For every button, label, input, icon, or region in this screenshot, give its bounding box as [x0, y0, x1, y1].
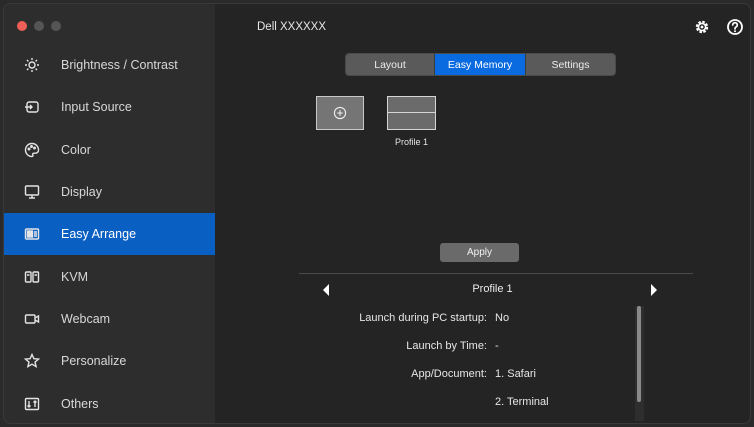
app-title: Dell XXXXXX: [257, 21, 327, 33]
apply-button[interactable]: Apply: [440, 243, 519, 262]
next-profile-arrow-icon[interactable]: [649, 283, 659, 297]
sidebar-item-label: Webcam: [61, 311, 111, 326]
detail-scrollbar-thumb[interactable]: [637, 306, 641, 402]
star-icon: [24, 353, 40, 369]
sidebar-item-color[interactable]: Color: [4, 129, 215, 171]
profile-thumbnail[interactable]: [387, 96, 436, 130]
sidebar-item-input-source[interactable]: Input Source: [4, 86, 215, 128]
plus-circle-icon: [333, 106, 347, 120]
sidebar-item-label: Input Source: [61, 100, 132, 115]
divider: [299, 273, 693, 274]
sidebar-item-label: KVM: [61, 269, 89, 284]
others-icon: [24, 396, 40, 412]
sidebar-item-brightness-contrast[interactable]: Brightness / Contrast: [4, 44, 215, 86]
sidebar-item-display[interactable]: Display: [4, 171, 215, 213]
sidebar-item-easy-arrange[interactable]: Easy Arrange: [4, 213, 215, 256]
tab-easy-memory[interactable]: Easy Memory: [434, 54, 525, 75]
launch-time-value: -: [495, 340, 499, 352]
launch-startup-value: No: [495, 312, 510, 324]
kvm-icon: [24, 269, 40, 285]
color-palette-icon: [24, 142, 40, 158]
display-icon: [24, 184, 40, 200]
close-window-button[interactable]: [17, 21, 27, 31]
app-document-item: 2. Terminal: [495, 396, 549, 408]
sidebar-item-webcam[interactable]: Webcam: [4, 298, 215, 340]
sidebar-item-kvm[interactable]: KVM: [4, 255, 215, 297]
easy-arrange-icon: [24, 226, 40, 242]
main-panel: Dell XXXXXX Layout Easy Memory Settings …: [215, 4, 750, 423]
profile-thumbnail-pane: [388, 113, 435, 129]
zoom-window-button[interactable]: [51, 21, 61, 31]
app-document-item: 1. Safari: [495, 368, 536, 380]
tab-settings[interactable]: Settings: [525, 54, 615, 75]
sidebar-item-others[interactable]: Others: [4, 382, 215, 423]
sidebar-item-label: Brightness / Contrast: [61, 58, 178, 73]
selected-profile-name: Profile 1: [472, 283, 513, 295]
sidebar-item-label: Personalize: [61, 354, 127, 369]
sidebar-nav: Brightness / Contrast Input Source Color…: [4, 44, 215, 423]
sidebar-item-personalize[interactable]: Personalize: [4, 340, 215, 382]
sidebar-item-label: Easy Arrange: [61, 227, 137, 242]
window-controls: [17, 21, 61, 31]
profile-thumbnail-pane: [388, 97, 435, 113]
app-document-label: App/Document:: [411, 368, 487, 380]
tab-layout[interactable]: Layout: [346, 54, 434, 75]
sidebar-item-label: Display: [61, 185, 102, 200]
sidebar: Brightness / Contrast Input Source Color…: [4, 4, 215, 423]
webcam-icon: [24, 311, 40, 327]
add-profile-button[interactable]: [316, 96, 364, 130]
launch-time-label: Launch by Time:: [406, 340, 487, 352]
brightness-icon: [24, 57, 40, 73]
previous-profile-arrow-icon[interactable]: [321, 283, 331, 297]
help-icon[interactable]: [726, 18, 744, 36]
input-source-icon: [24, 99, 40, 115]
tab-bar: Layout Easy Memory Settings: [345, 53, 616, 76]
sidebar-item-label: Color: [61, 142, 91, 157]
launch-startup-label: Launch during PC startup:: [359, 312, 487, 324]
settings-gear-icon[interactable]: [693, 18, 711, 36]
minimize-window-button[interactable]: [34, 21, 44, 31]
profile-thumbnail-label: Profile 1: [394, 137, 429, 147]
app-window: Brightness / Contrast Input Source Color…: [3, 3, 751, 424]
sidebar-item-label: Others: [61, 396, 99, 411]
